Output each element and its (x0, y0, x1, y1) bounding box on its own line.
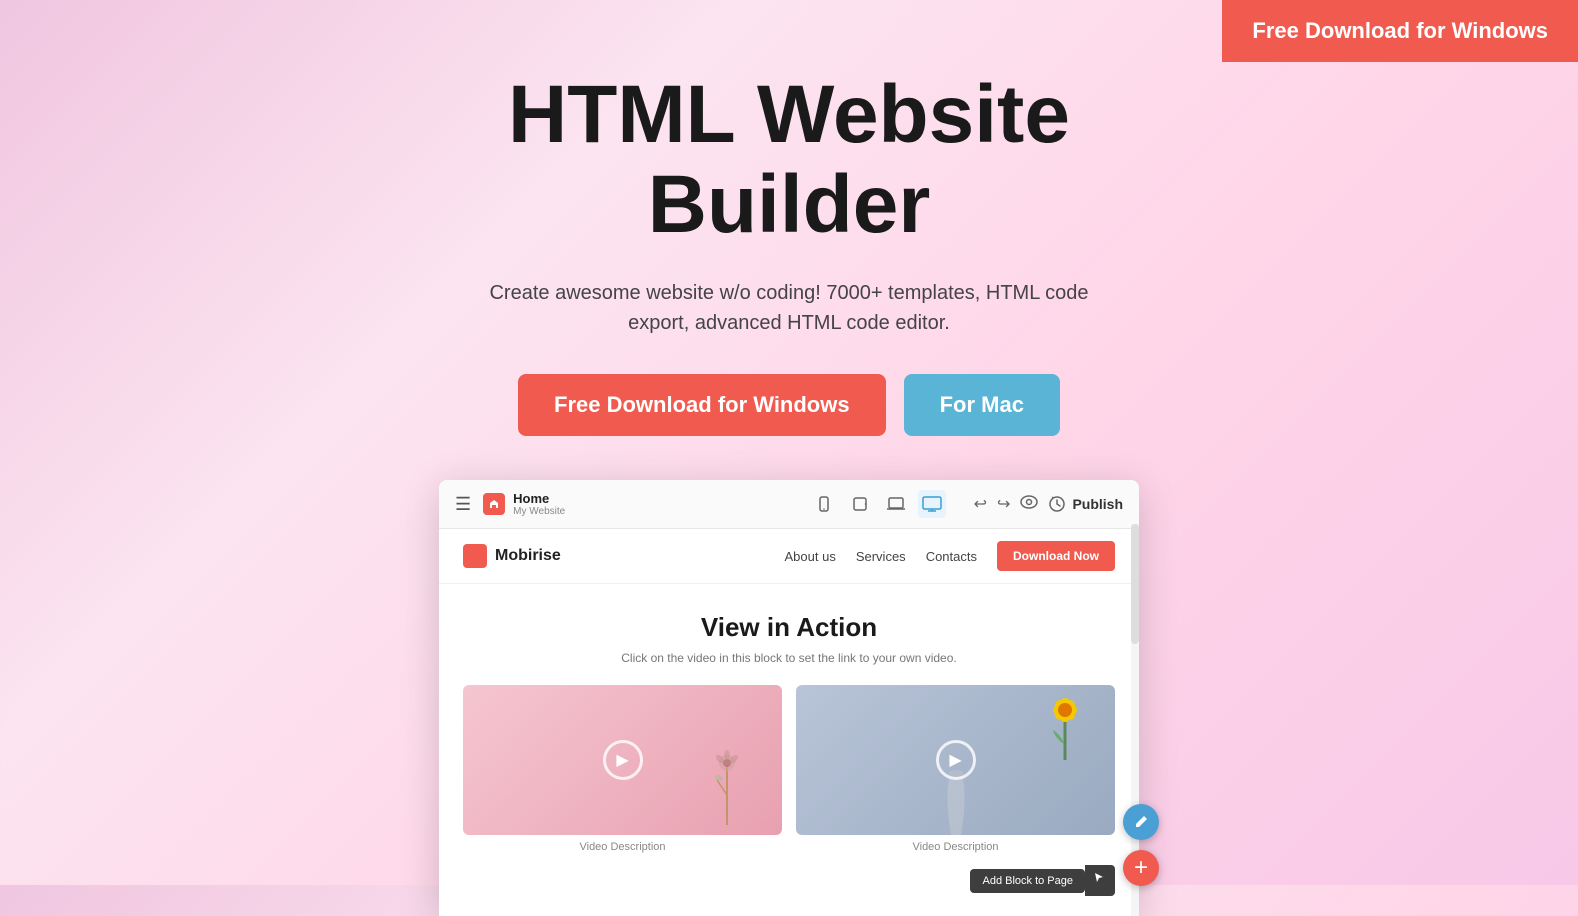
app-preview-window: ☰ Home My Website (439, 480, 1139, 916)
video-desc-2: Video Description (796, 841, 1115, 853)
inner-content-title: View in Action (463, 612, 1115, 643)
home-text: Home My Website (513, 491, 565, 517)
inner-website-preview: Mobirise About us Services Contacts Down… (439, 529, 1139, 916)
brand-logo-icon (463, 544, 487, 568)
mobile-view-icon[interactable] (810, 490, 838, 518)
publish-label: Publish (1072, 496, 1123, 512)
toolbar-actions: ↩ ↪ Publish (974, 494, 1123, 514)
inner-content-subtitle: Click on the video in this block to set … (463, 651, 1115, 665)
video-thumbnail-1[interactable]: ▶ (463, 685, 782, 835)
nav-link-about[interactable]: About us (785, 549, 836, 564)
publish-button[interactable]: Publish (1048, 496, 1123, 512)
video-thumbnail-2[interactable]: ▶ (796, 685, 1115, 835)
hero-section: HTML Website Builder Create awesome webs… (0, 0, 1578, 436)
inner-content: View in Action Click on the video in thi… (439, 584, 1139, 916)
edit-fab-button[interactable] (1123, 804, 1159, 840)
download-windows-button[interactable]: Free Download for Windows (518, 374, 886, 436)
menu-icon[interactable]: ☰ (455, 494, 471, 515)
inner-nav: Mobirise About us Services Contacts Down… (439, 529, 1139, 584)
brand-name: Mobirise (495, 547, 561, 565)
home-subtitle: My Website (513, 506, 565, 517)
home-page-icon (483, 493, 505, 515)
home-title: Home (513, 491, 565, 506)
inner-nav-links: About us Services Contacts Download Now (785, 541, 1116, 571)
inner-nav-cta-button[interactable]: Download Now (997, 541, 1115, 571)
nav-link-services[interactable]: Services (856, 549, 906, 564)
scrollbar-thumb[interactable] (1131, 524, 1139, 644)
add-block-label: Add Block to Page (970, 869, 1085, 893)
top-download-button[interactable]: Free Download for Windows (1222, 0, 1578, 62)
laptop-view-icon[interactable] (882, 490, 910, 518)
play-button-1[interactable]: ▶ (603, 740, 643, 780)
undo-icon[interactable]: ↩ (974, 494, 987, 514)
home-tab[interactable]: Home My Website (483, 491, 565, 517)
inner-brand: Mobirise (463, 544, 561, 568)
tablet-view-icon[interactable] (846, 490, 874, 518)
desktop-view-icon[interactable] (918, 490, 946, 518)
video-desc-1: Video Description (463, 841, 782, 853)
app-toolbar: ☰ Home My Website (439, 480, 1139, 529)
redo-icon[interactable]: ↪ (997, 494, 1010, 514)
nav-link-contacts[interactable]: Contacts (926, 549, 977, 564)
add-block-cursor-icon (1085, 865, 1115, 896)
video-card-2: ▶ Video Description (796, 685, 1115, 853)
video-card-1: ▶ Video Description (463, 685, 782, 853)
play-button-2[interactable]: ▶ (936, 740, 976, 780)
download-mac-button[interactable]: For Mac (904, 374, 1060, 436)
device-selector (810, 490, 946, 518)
preview-icon[interactable] (1020, 495, 1038, 514)
video-grid: ▶ Video Description (463, 685, 1115, 853)
hero-title: HTML Website Builder (0, 70, 1578, 250)
hero-subtitle: Create awesome website w/o coding! 7000+… (459, 278, 1119, 338)
hero-buttons: Free Download for Windows For Mac (0, 374, 1578, 436)
add-fab-button[interactable]: + (1123, 850, 1159, 886)
